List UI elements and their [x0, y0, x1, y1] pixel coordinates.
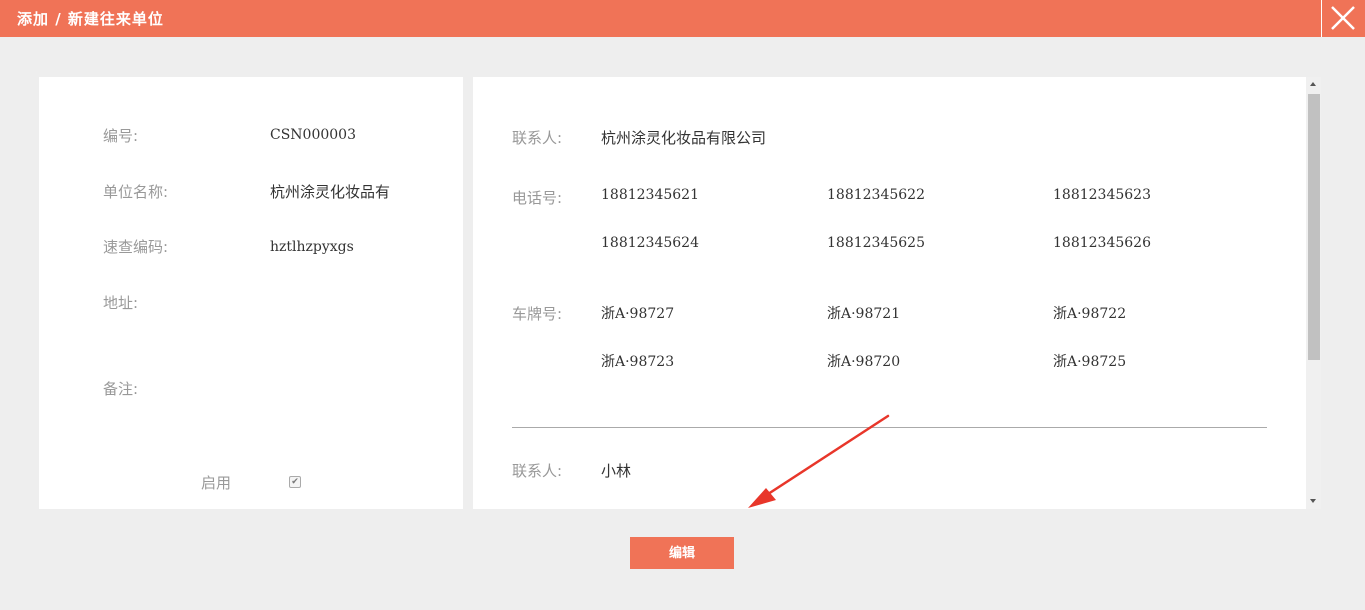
title-bar: 添加 / 新建往来单位 [0, 0, 1365, 37]
contact-label: 联系人: [512, 129, 563, 147]
unit-name-label: 单位名称: [103, 183, 169, 201]
plate-number: 浙A·98722 [1053, 306, 1127, 322]
scroll-up-arrow-icon[interactable] [1310, 82, 1316, 86]
close-button[interactable] [1321, 0, 1365, 37]
address-label: 地址: [103, 294, 139, 312]
code-value: CSN000003 [270, 127, 356, 143]
contact-name: 杭州涂灵化妆品有限公司 [601, 129, 767, 147]
basic-info-panel: 编号: CSN000003 单位名称: 杭州涂灵化妆品有 速查编码: hztlh… [39, 77, 463, 509]
phone-number: 18812345624 [601, 235, 699, 251]
checkmark-icon: ✔ [291, 477, 299, 487]
close-icon[interactable] [1330, 5, 1356, 31]
phone-number: 18812345623 [1053, 187, 1151, 203]
quick-code-label: 速查编码: [103, 238, 169, 256]
enabled-label: 启用 [201, 474, 232, 492]
edit-button[interactable]: 编辑 [630, 537, 734, 569]
remark-label: 备注: [103, 380, 139, 398]
annotation-arrow-icon [748, 414, 890, 508]
plate-number: 浙A·98720 [827, 354, 901, 370]
dialog-title: 添加 / 新建往来单位 [17, 10, 164, 28]
contact-label: 联系人: [512, 462, 563, 480]
scroll-thumb[interactable] [1308, 94, 1320, 360]
unit-name-value: 杭州涂灵化妆品有 [270, 183, 391, 201]
phone-number: 18812345626 [1053, 235, 1151, 251]
phone-number: 18812345621 [601, 187, 699, 203]
plate-label: 车牌号: [512, 305, 563, 323]
plate-number: 浙A·98723 [601, 354, 675, 370]
plate-number: 浙A·98721 [827, 306, 901, 322]
plate-number: 浙A·98727 [601, 306, 675, 322]
contact-name: 小林 [601, 462, 632, 480]
enabled-checkbox[interactable]: ✔ [289, 476, 301, 488]
plate-number: 浙A·98725 [1053, 354, 1127, 370]
scroll-down-arrow-icon[interactable] [1310, 499, 1316, 503]
phone-number: 18812345622 [827, 187, 925, 203]
phone-number: 18812345625 [827, 235, 925, 251]
contacts-scrollbar[interactable] [1306, 77, 1321, 509]
phone-label: 电话号: [512, 189, 563, 207]
code-label: 编号: [103, 127, 139, 145]
quick-code-value: hztlhzpyxgs [270, 239, 354, 255]
